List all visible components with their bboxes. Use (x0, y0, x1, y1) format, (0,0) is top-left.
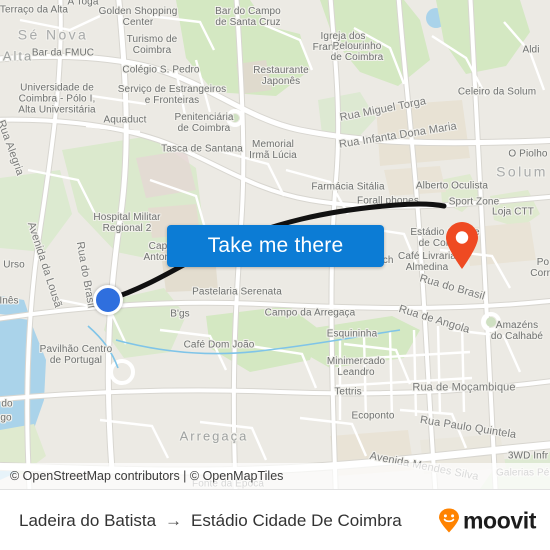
attribution-text: © OpenStreetMap contributors | © OpenMap… (10, 469, 284, 483)
moovit-route-screenshot: Terraço da Alta A Toga Golden Shopping Cen… (0, 0, 550, 550)
map-pin-icon (446, 222, 478, 269)
map-canvas[interactable]: Terraço da Alta A Toga Golden Shopping Cen… (0, 0, 550, 489)
origin-dot[interactable] (93, 285, 123, 315)
map-attribution: © OpenStreetMap contributors | © OpenMap… (0, 463, 550, 489)
moovit-brand[interactable]: moovit (438, 507, 536, 534)
route-title: Ladeira do Batista → Estádio Cidade De C… (19, 511, 402, 531)
arrow-right-icon: → (165, 511, 183, 530)
take-me-there-label: Take me there (207, 234, 344, 257)
moovit-wordmark: moovit (463, 507, 536, 533)
moovit-pin-icon (439, 508, 459, 533)
route-origin: Ladeira do Batista (19, 510, 157, 530)
take-me-there-button[interactable]: Take me there (167, 225, 384, 267)
route-destination: Estádio Cidade De Coimbra (191, 510, 402, 530)
route-footer: Ladeira do Batista → Estádio Cidade De C… (0, 489, 550, 550)
